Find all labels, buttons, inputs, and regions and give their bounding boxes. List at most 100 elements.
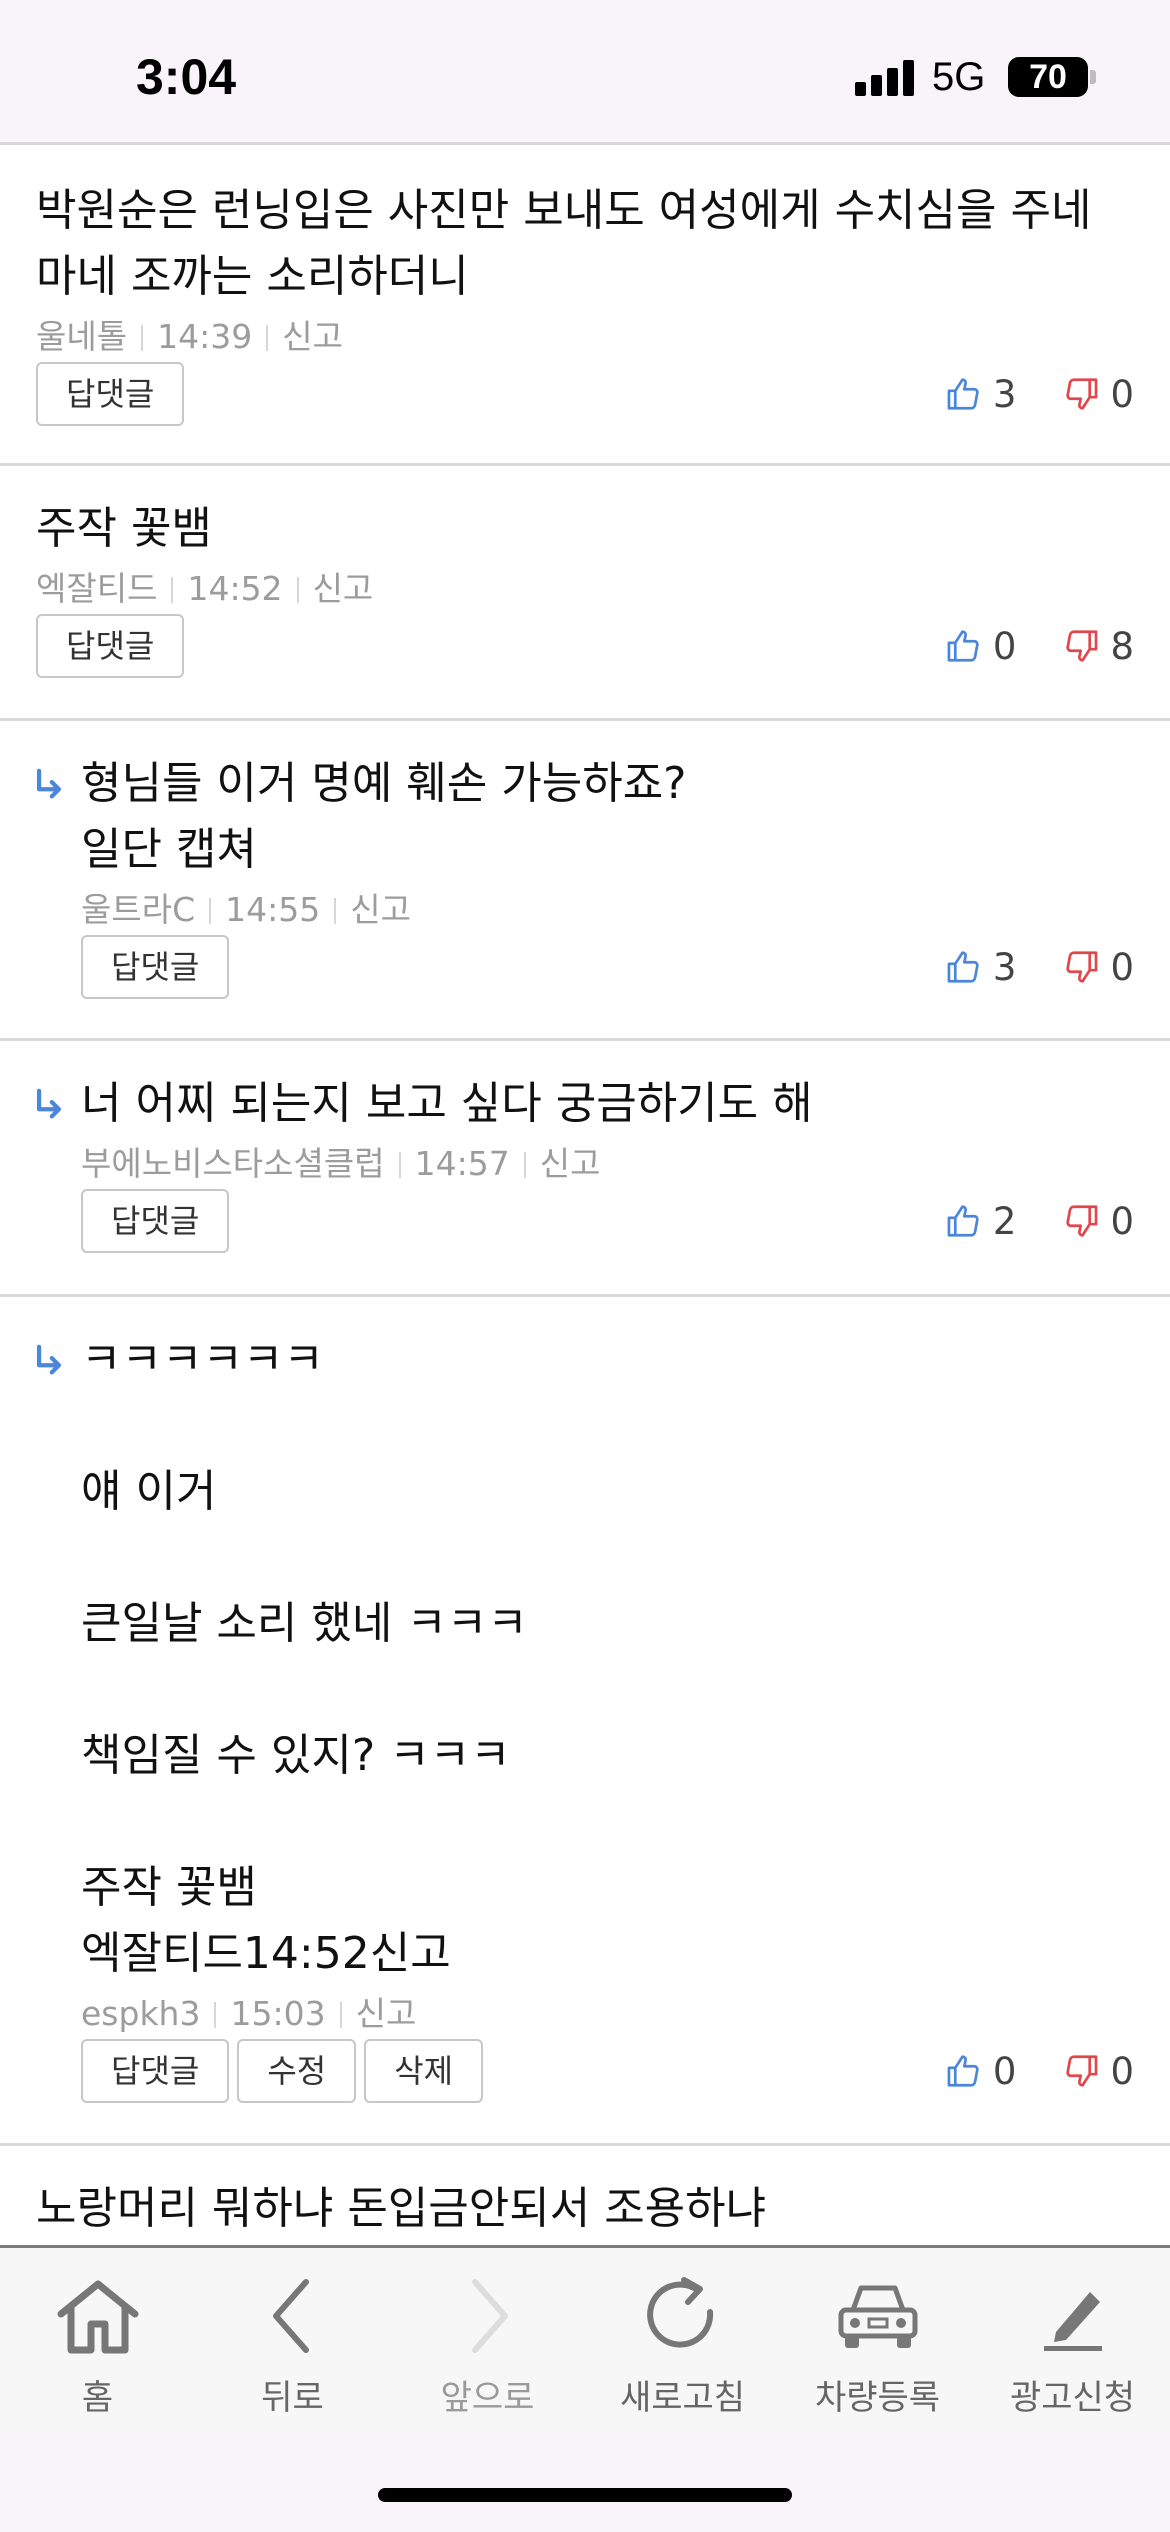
report-link[interactable]: 신고 <box>540 1144 601 1183</box>
reply-button[interactable]: 답댓글 <box>81 1189 230 1253</box>
comment-actions: 답댓글 3 0 <box>36 362 1134 426</box>
nav-ad-apply[interactable]: 광고신청 <box>975 2248 1170 2430</box>
home-icon <box>57 2280 138 2354</box>
report-link[interactable]: 신고 <box>282 317 343 356</box>
thumbs-down-icon <box>1066 1205 1098 1237</box>
thumbs-up-icon <box>947 630 979 662</box>
report-link[interactable]: 신고 <box>356 1994 417 2033</box>
meta-divider <box>266 325 269 351</box>
reply-comment-item: ㅋㅋㅋㅋㅋㅋ 얘 이거 큰일날 소리 했네 ㅋㅋㅋ 책임질 수 있지? ㅋㅋㅋ … <box>0 1297 1170 2146</box>
delete-button[interactable]: 삭제 <box>364 2039 484 2103</box>
downvote-button[interactable]: 8 <box>1062 625 1134 668</box>
home-indicator[interactable] <box>378 2488 792 2502</box>
thumbs-down-icon <box>1066 378 1098 410</box>
nav-label: 앞으로 <box>440 2378 535 2418</box>
reply-arrow-icon <box>36 1088 62 1119</box>
meta-divider <box>209 898 212 924</box>
votes: 0 0 <box>945 2039 1134 2103</box>
battery-icon: 70 <box>1008 57 1088 97</box>
refresh-icon <box>646 2277 713 2348</box>
comment-time: 15:03 <box>230 1994 326 2033</box>
comment-list: 박원순은 런닝입은 사진만 보내도 여성에게 수치심을 주네 마네 조까는 소리… <box>0 148 1170 2256</box>
bottom-navigation: 홈 뒤로 앞으로 새로고침 차량등록 광고신청 <box>0 2245 1170 2430</box>
upvote-button[interactable]: 0 <box>945 625 1016 668</box>
report-link[interactable]: 신고 <box>350 890 411 929</box>
comment-item: 박원순은 런닝입은 사진만 보내도 여성에게 수치심을 주네 마네 조까는 소리… <box>0 148 1170 466</box>
reply-button[interactable]: 답댓글 <box>81 935 230 999</box>
downvote-count: 0 <box>1110 945 1134 989</box>
nav-label: 새로고침 <box>619 2378 746 2418</box>
comment-actions: 답댓글 수정 삭제 0 0 <box>81 2039 1134 2103</box>
comment-meta: 울트라C 14:55 신고 <box>81 885 1134 935</box>
downvote-button[interactable]: 0 <box>1062 946 1134 989</box>
report-link[interactable]: 신고 <box>313 569 374 608</box>
downvote-count: 0 <box>1110 1199 1134 1243</box>
comment-actions: 답댓글 0 8 <box>36 614 1134 678</box>
meta-divider <box>398 1152 401 1178</box>
upvote-button[interactable]: 3 <box>945 372 1017 416</box>
comment-actions: 답댓글 3 0 <box>81 935 1134 999</box>
downvote-count: 8 <box>1110 624 1134 668</box>
upvote-count: 3 <box>992 945 1017 989</box>
downvote-count: 0 <box>1110 372 1134 416</box>
comment-body: 박원순은 런닝입은 사진만 보내도 여성에게 수치심을 주네 마네 조까는 소리… <box>36 185 1092 302</box>
upvote-count: 0 <box>992 2049 1017 2093</box>
votes: 3 0 <box>945 935 1134 999</box>
meta-divider <box>334 898 337 924</box>
comment-meta: 엑잘티드 14:52 신고 <box>36 564 1134 614</box>
downvote-button[interactable]: 0 <box>1062 2050 1134 2093</box>
comment-item: 노랑머리 뭐하냐 돈입금안되서 조용하냐 <box>0 2146 1170 2256</box>
reply-arrow-icon <box>36 768 62 799</box>
nav-back[interactable]: 뒤로 <box>195 2248 390 2430</box>
votes: 2 0 <box>945 1189 1134 1253</box>
comment-body: 너 어찌 되는지 보고 싶다 궁금하기도 해 <box>81 1078 813 1129</box>
meta-divider <box>296 577 299 603</box>
comment-time: 14:57 <box>414 1144 510 1183</box>
nav-home[interactable]: 홈 <box>0 2248 195 2430</box>
upvote-count: 2 <box>992 1199 1017 1243</box>
comment-author[interactable]: espkh3 <box>81 1994 200 2033</box>
nav-label: 뒤로 <box>261 2378 324 2418</box>
upvote-count: 3 <box>992 372 1017 416</box>
comment-author[interactable]: 울트라C <box>81 890 195 929</box>
back-arrow-icon <box>272 2279 309 2353</box>
downvote-count: 0 <box>1110 2049 1134 2093</box>
meta-divider <box>523 1152 526 1178</box>
nav-label: 차량등록 <box>814 2378 941 2418</box>
meta-divider <box>339 2002 342 2028</box>
comment-meta: espkh3 15:03 신고 <box>81 1989 1134 2039</box>
comment-author[interactable]: 울네톨 <box>36 317 127 356</box>
comment-body: 주작 꽃뱀 <box>36 503 212 554</box>
upvote-button[interactable]: 0 <box>945 2049 1017 2093</box>
comment-meta: 울네톨 14:39 신고 <box>36 312 1134 362</box>
reply-button[interactable]: 답댓글 <box>81 2039 230 2103</box>
comment-author[interactable]: 부에노비스타소셜클럽 <box>81 1144 385 1183</box>
meta-divider <box>141 325 144 351</box>
thumbs-down-icon <box>1066 2055 1098 2087</box>
votes: 0 8 <box>945 614 1134 678</box>
nav-forward[interactable]: 앞으로 <box>390 2248 585 2430</box>
edit-button[interactable]: 수정 <box>237 2039 357 2103</box>
nav-car-register[interactable]: 차량등록 <box>780 2248 975 2430</box>
cellular-signal-icon <box>855 60 915 96</box>
comment-item: 주작 꽃뱀 엑잘티드 14:52 신고 답댓글 0 8 <box>0 466 1170 721</box>
nav-refresh[interactable]: 새로고침 <box>585 2248 780 2430</box>
home-indicator-area <box>0 2430 1170 2532</box>
comment-time: 14:39 <box>157 317 253 356</box>
thumbs-up-icon <box>947 1205 979 1237</box>
reply-button[interactable]: 답댓글 <box>36 362 185 426</box>
comment-body: ㅋㅋㅋㅋㅋㅋ 얘 이거 큰일날 소리 했네 ㅋㅋㅋ 책임질 수 있지? ㅋㅋㅋ … <box>81 1334 528 1979</box>
nav-label: 홈 <box>81 2378 114 2418</box>
downvote-button[interactable]: 0 <box>1062 1200 1134 1243</box>
forward-arrow-icon <box>471 2279 508 2353</box>
upvote-button[interactable]: 2 <box>945 1199 1017 1243</box>
comment-time: 14:55 <box>225 890 321 929</box>
meta-divider <box>214 2002 217 2028</box>
pencil-icon <box>1043 2292 1102 2351</box>
reply-arrow-icon <box>36 1344 62 1375</box>
comment-author[interactable]: 엑잘티드 <box>36 569 157 608</box>
nav-label: 광고신청 <box>1009 2378 1136 2418</box>
downvote-button[interactable]: 0 <box>1062 373 1134 416</box>
upvote-button[interactable]: 3 <box>945 945 1017 989</box>
reply-button[interactable]: 답댓글 <box>36 614 185 678</box>
